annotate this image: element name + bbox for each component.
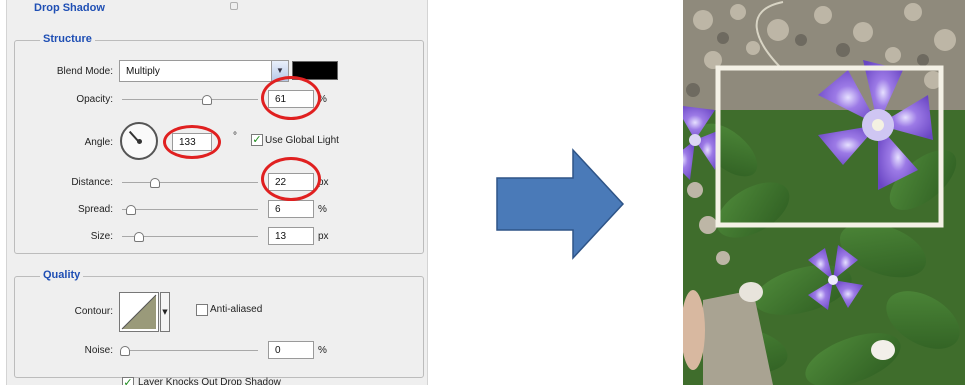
knockout-checkbox[interactable]: ✓: [122, 377, 134, 385]
angle-dial-icon[interactable]: [120, 122, 158, 160]
blend-mode-value: Multiply: [126, 66, 160, 77]
size-label: Size:: [90, 231, 113, 242]
spread-input[interactable]: 6: [268, 200, 314, 218]
angle-dial-center: [137, 139, 142, 144]
flower-photo-image: [683, 0, 965, 385]
contour-label: Contour:: [74, 306, 113, 317]
noise-unit: %: [318, 345, 327, 356]
contour-curve-icon[interactable]: [119, 292, 159, 332]
opacity-slider-thumb[interactable]: [202, 95, 212, 105]
flower-photo: [683, 0, 965, 385]
angle-highlight-circle: [163, 125, 221, 159]
knockout-label: Layer Knocks Out Drop Shadow: [138, 377, 281, 385]
spread-slider-track[interactable]: [122, 209, 258, 210]
gripper-icon: [230, 2, 238, 10]
blend-mode-label: Blend Mode:: [56, 66, 113, 77]
global-light-checkbox[interactable]: ✓: [251, 134, 263, 146]
opacity-slider-track[interactable]: [122, 99, 258, 100]
spread-slider-thumb[interactable]: [126, 205, 136, 215]
drop-shadow-dialog: Drop Shadow Structure Blend Mode: Multip…: [0, 0, 432, 385]
blend-mode-select[interactable]: Multiply ▼: [119, 60, 289, 82]
opacity-label: Opacity:: [76, 94, 113, 105]
distance-label: Distance:: [71, 177, 113, 188]
noise-slider-track[interactable]: [122, 350, 258, 351]
size-input[interactable]: 13: [268, 227, 314, 245]
quality-group: [14, 276, 424, 378]
distance-slider-thumb[interactable]: [150, 178, 160, 188]
distance-highlight-circle: [261, 157, 321, 201]
quality-title: Quality: [40, 269, 84, 281]
size-unit: px: [318, 231, 329, 242]
structure-title: Structure: [40, 33, 95, 45]
opacity-highlight-circle: [261, 76, 321, 120]
noise-input[interactable]: 0: [268, 341, 314, 359]
size-slider-thumb[interactable]: [134, 232, 144, 242]
anti-aliased-checkbox[interactable]: [196, 304, 208, 316]
right-arrow-icon: [496, 148, 625, 260]
noise-slider-thumb[interactable]: [120, 346, 130, 356]
spread-unit: %: [318, 204, 327, 215]
distance-slider-track[interactable]: [122, 182, 258, 183]
contour-dropdown-icon[interactable]: ▼: [160, 292, 170, 332]
spread-label: Spread:: [77, 204, 113, 215]
dialog-title: Drop Shadow: [34, 2, 105, 14]
noise-label: Noise:: [84, 345, 113, 356]
angle-unit: °: [233, 131, 237, 142]
global-light-label: Use Global Light: [265, 135, 339, 146]
angle-label: Angle:: [84, 137, 113, 148]
contour-preview: [121, 294, 157, 330]
anti-aliased-label: Anti-aliased: [210, 304, 263, 315]
